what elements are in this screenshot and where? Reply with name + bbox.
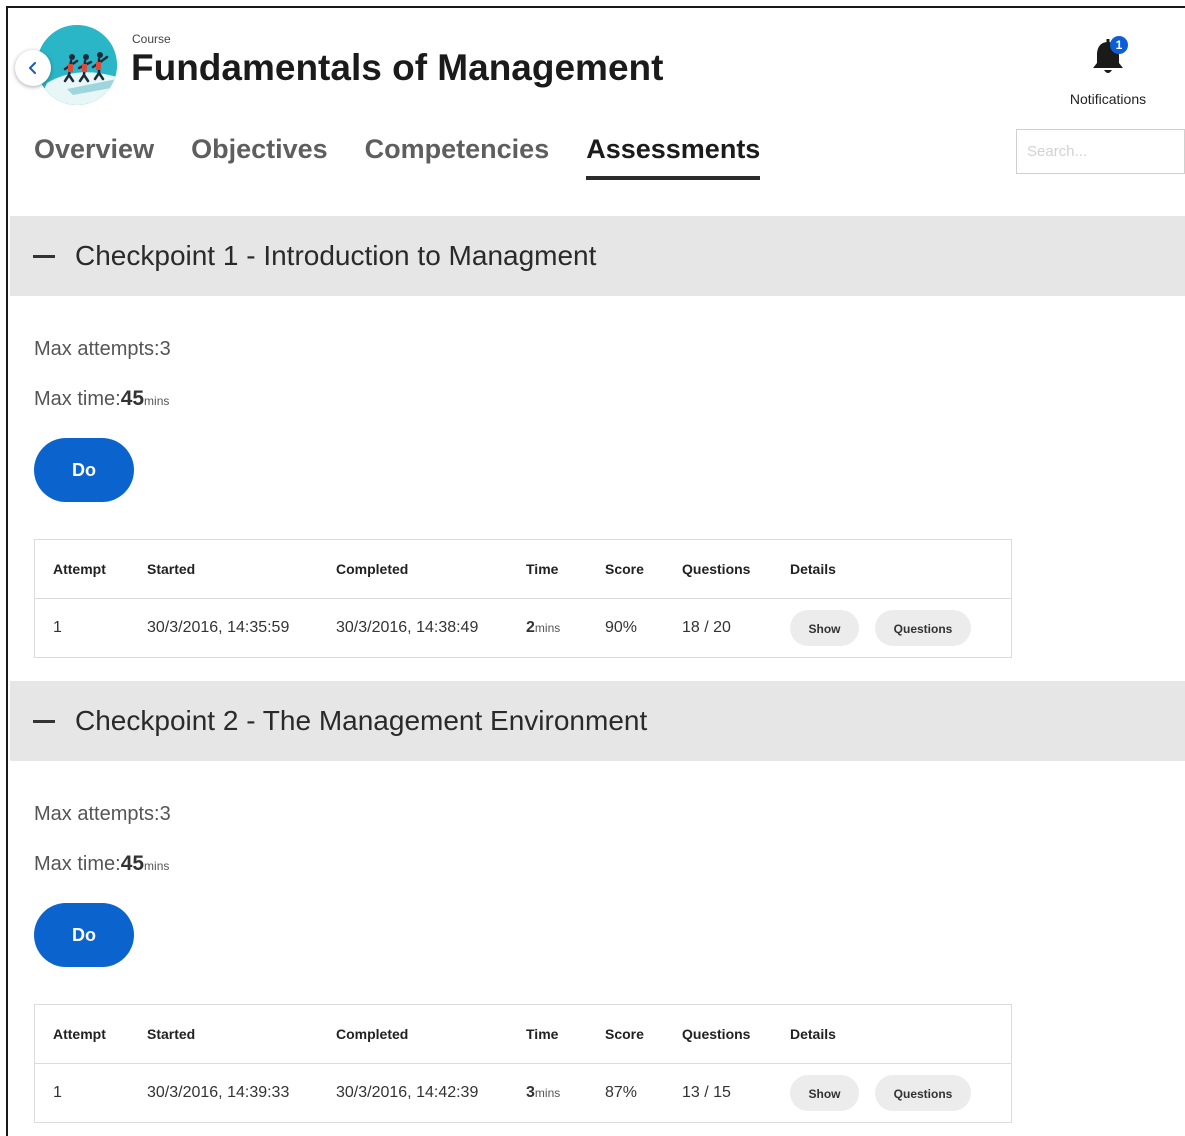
attempt-number: 1: [53, 619, 62, 636]
started-time: 30/3/2016, 14:35:59: [147, 619, 290, 636]
max-time: Max time:45mins: [34, 387, 170, 410]
show-button[interactable]: Show: [790, 1075, 859, 1111]
duration: 2mins: [526, 619, 561, 636]
do-button[interactable]: Do: [34, 438, 134, 502]
collapse-icon: [33, 254, 55, 258]
column-header-questions: Questions: [682, 1004, 790, 1064]
table-row: 1 30/3/2016, 14:39:33 30/3/2016, 14:42:3…: [35, 1064, 1012, 1123]
duration: 3mins: [526, 1084, 561, 1101]
attempts-table: Attempt Started Completed Time Score Que…: [34, 1004, 1012, 1123]
started-time: 30/3/2016, 14:39:33: [147, 1084, 290, 1101]
column-header-attempt: Attempt: [34, 539, 147, 599]
search-input[interactable]: [1016, 129, 1185, 174]
score: 87%: [605, 1084, 638, 1101]
column-header-started: Started: [147, 539, 336, 599]
tab-competencies[interactable]: Competencies: [365, 134, 550, 180]
questions-button[interactable]: Questions: [875, 610, 971, 646]
details-cell: Show Questions: [790, 599, 1012, 658]
questions-count: 18 / 20: [682, 619, 731, 636]
max-attempts: Max attempts:3: [34, 338, 171, 360]
score: 90%: [605, 619, 638, 636]
notification-count-badge: 1: [1110, 36, 1128, 54]
column-header-details: Details: [790, 539, 1012, 599]
bell-icon: 1: [1088, 34, 1128, 78]
checkpoint-title: Checkpoint 1 - Introduction to Managment: [75, 240, 597, 271]
column-header-details: Details: [790, 1004, 1012, 1064]
page-frame: Course Fundamentals of Management 1 Noti…: [6, 6, 1185, 1136]
do-button[interactable]: Do: [34, 903, 134, 967]
table-header-row: Attempt Started Completed Time Score Que…: [34, 1004, 1012, 1064]
details-cell: Show Questions: [790, 1064, 1012, 1123]
questions-button[interactable]: Questions: [875, 1075, 971, 1111]
column-header-attempt: Attempt: [34, 1004, 147, 1064]
tab-bar: Overview Objectives Competencies Assessm…: [34, 134, 761, 180]
max-attempts: Max attempts:3: [34, 803, 171, 825]
column-header-score: Score: [605, 539, 682, 599]
tab-overview[interactable]: Overview: [34, 134, 154, 180]
notifications-label: Notifications: [1069, 91, 1147, 107]
chevron-left-icon: [29, 62, 36, 74]
show-button[interactable]: Show: [790, 610, 859, 646]
column-header-time: Time: [526, 1004, 605, 1064]
checkpoint-title: Checkpoint 2 - The Management Environmen…: [75, 705, 648, 736]
collapse-icon: [33, 719, 55, 723]
column-header-time: Time: [526, 539, 605, 599]
completed-time: 30/3/2016, 14:42:39: [336, 1084, 479, 1101]
course-label: Course: [132, 32, 171, 46]
back-button[interactable]: [15, 50, 51, 86]
checkpoint-2-header[interactable]: Checkpoint 2 - The Management Environmen…: [10, 681, 1185, 761]
max-time: Max time:45mins: [34, 852, 170, 875]
table-header-row: Attempt Started Completed Time Score Que…: [34, 539, 1012, 599]
attempt-number: 1: [53, 1084, 62, 1101]
column-header-completed: Completed: [336, 539, 526, 599]
attempts-table: Attempt Started Completed Time Score Que…: [34, 539, 1012, 658]
notifications-button[interactable]: 1 Notifications: [1058, 34, 1158, 107]
column-header-completed: Completed: [336, 1004, 526, 1064]
column-header-started: Started: [147, 1004, 336, 1064]
tab-assessments[interactable]: Assessments: [586, 134, 761, 180]
completed-time: 30/3/2016, 14:38:49: [336, 619, 479, 636]
column-header-score: Score: [605, 1004, 682, 1064]
page-title: Fundamentals of Management: [131, 47, 664, 88]
checkpoint-1-header[interactable]: Checkpoint 1 - Introduction to Managment: [10, 216, 1185, 296]
questions-count: 13 / 15: [682, 1084, 731, 1101]
table-row: 1 30/3/2016, 14:35:59 30/3/2016, 14:38:4…: [35, 599, 1012, 658]
tab-objectives[interactable]: Objectives: [191, 134, 328, 180]
column-header-questions: Questions: [682, 539, 790, 599]
